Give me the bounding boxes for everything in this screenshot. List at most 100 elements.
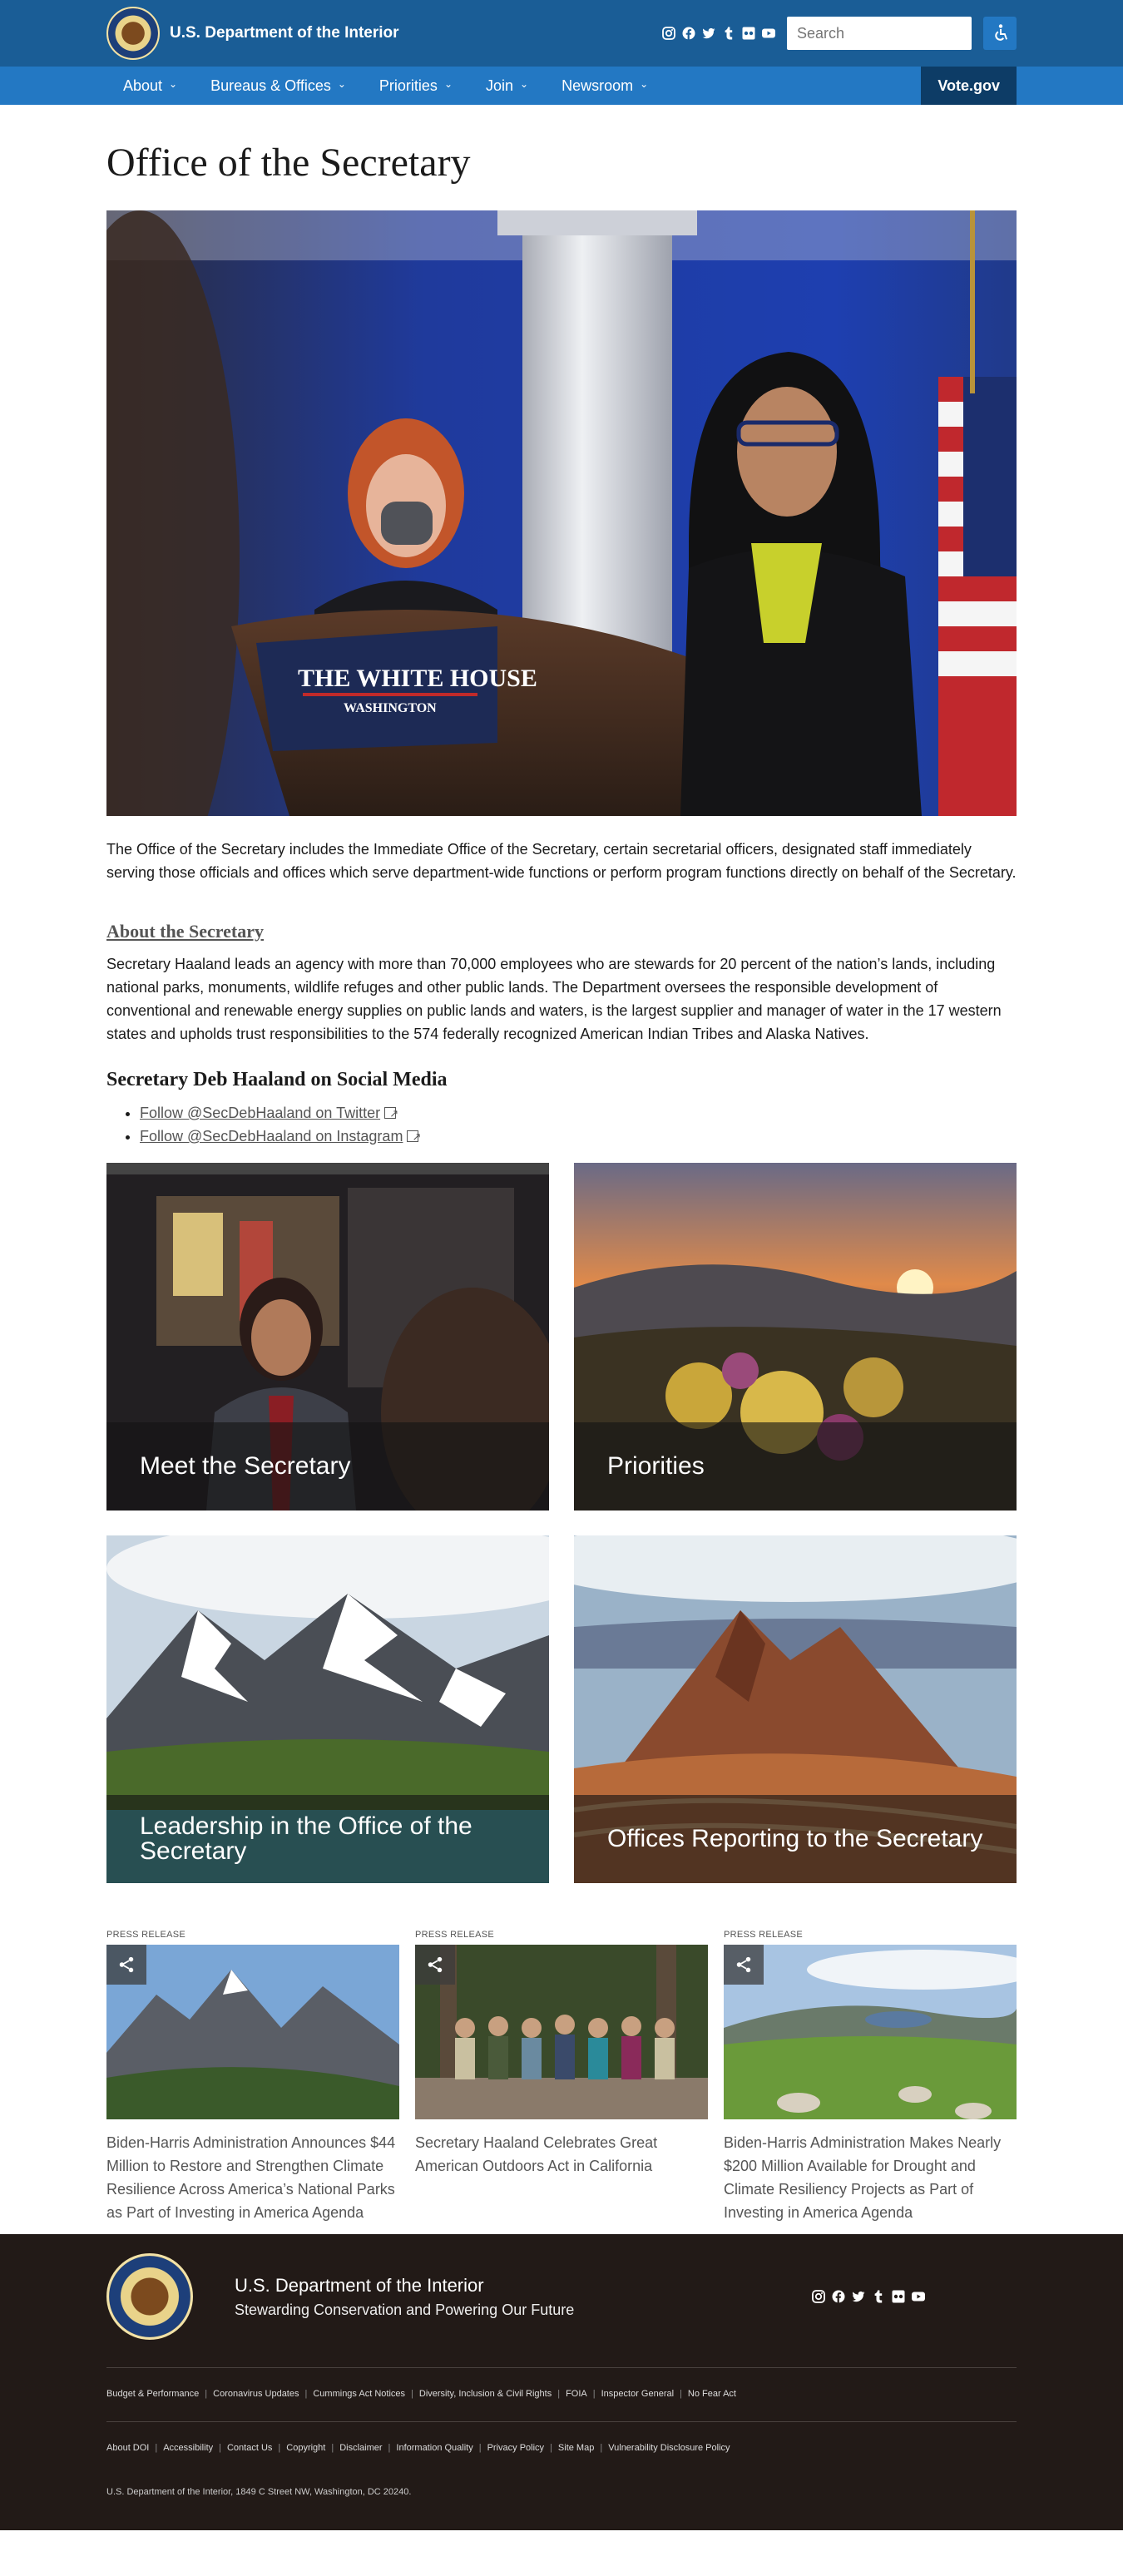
nav-item-bureaus-offices[interactable]: Bureaus & Offices ⌄ xyxy=(194,67,363,105)
footer-link[interactable]: Accessibility xyxy=(163,2443,213,2453)
footer-link[interactable]: Disclaimer xyxy=(339,2443,382,2453)
footer-link[interactable]: Contact Us xyxy=(227,2443,272,2453)
footer-link[interactable]: About DOI xyxy=(106,2443,149,2453)
link-label: Follow @SecDebHaaland on Instagram xyxy=(140,1128,403,1145)
main-nav: About ⌄ Bureaus & Offices ⌄ Priorities ⌄ Jo… xyxy=(0,67,1123,105)
nav-item-newsroom[interactable]: Newsroom ⌄ xyxy=(545,67,665,105)
divider: | xyxy=(331,2443,334,2453)
chevron-down-icon: ⌄ xyxy=(169,78,178,90)
vote-gov-link[interactable]: Vote.gov xyxy=(921,67,1017,105)
instagram-follow-link[interactable]: Follow @SecDebHaaland on Instagram xyxy=(140,1128,403,1145)
accessibility-button[interactable] xyxy=(983,17,1017,50)
nav-item-priorities[interactable]: Priorities ⌄ xyxy=(363,67,469,105)
flickr-icon[interactable] xyxy=(742,27,755,40)
list-item: Follow @SecDebHaaland on Twitter xyxy=(140,1101,1017,1125)
share-button[interactable] xyxy=(724,1945,764,1985)
press-tag: PRESS RELEASE xyxy=(106,1930,186,1940)
share-button[interactable] xyxy=(415,1945,455,1985)
divider: | xyxy=(550,2443,552,2453)
footer-link[interactable]: Inspector General xyxy=(601,2389,674,2399)
card-leadership[interactable]: Leadership in the Office of the Secretar… xyxy=(106,1535,549,1883)
press-title[interactable]: Secretary Haaland Celebrates Great Ameri… xyxy=(415,2131,708,2178)
search-input[interactable] xyxy=(797,24,990,42)
search-box xyxy=(787,17,1007,50)
card-meet-the-secretary[interactable]: Meet the Secretary xyxy=(106,1163,549,1510)
footer-link[interactable]: Copyright xyxy=(286,2443,325,2453)
nav-item-about[interactable]: About ⌄ xyxy=(106,67,194,105)
footer-link[interactable]: FOIA xyxy=(566,2389,587,2399)
about-heading[interactable]: About the Secretary xyxy=(106,921,1017,942)
nav-label: Bureaus & Offices xyxy=(210,77,331,94)
card-label: Meet the Secretary xyxy=(140,1452,351,1480)
page-title: Office of the Secretary xyxy=(106,141,471,185)
nav-label: Join xyxy=(486,77,514,94)
press-release-item: PRESS RELEASE Biden-Harris Administratio… xyxy=(724,1930,1017,2224)
divider: | xyxy=(592,2389,596,2399)
site-footer: U.S. Department of the Interior Stewardi… xyxy=(0,2234,1123,2530)
press-image[interactable] xyxy=(106,1945,399,2119)
footer-link[interactable]: Site Map xyxy=(558,2443,594,2453)
footer-link[interactable]: Vulnerability Disclosure Policy xyxy=(608,2443,730,2453)
footer-address: U.S. Department of the Interior, 1849 C … xyxy=(106,2487,412,2497)
instagram-icon[interactable] xyxy=(662,27,675,40)
card-caption: Meet the Secretary xyxy=(106,1422,549,1510)
card-label: Priorities xyxy=(607,1452,705,1480)
footer-link[interactable]: Diversity, Inclusion & Civil Rights xyxy=(419,2389,552,2399)
press-photo xyxy=(724,1945,1017,2119)
press-title[interactable]: Biden-Harris Administration Makes Nearly… xyxy=(724,2131,1017,2224)
footer-link[interactable]: Information Quality xyxy=(396,2443,472,2453)
divider: | xyxy=(205,2389,208,2399)
press-image[interactable] xyxy=(724,1945,1017,2119)
twitter-icon[interactable] xyxy=(852,2290,865,2303)
doi-seal-logo xyxy=(106,7,160,60)
twitter-follow-link[interactable]: Follow @SecDebHaaland on Twitter xyxy=(140,1105,380,1121)
share-button[interactable] xyxy=(106,1945,146,1985)
card-caption: Leadership in the Office of the Secretar… xyxy=(106,1795,549,1883)
card-priorities[interactable]: Priorities xyxy=(574,1163,1017,1510)
chevron-down-icon: ⌄ xyxy=(443,78,453,90)
press-release-item: PRESS RELEASE Biden-Harris Administratio… xyxy=(106,1930,399,2224)
divider: | xyxy=(478,2443,482,2453)
twitter-icon[interactable] xyxy=(702,27,715,40)
divider: | xyxy=(388,2443,391,2453)
footer-agency-name: U.S. Department of the Interior xyxy=(235,2274,484,2296)
share-icon xyxy=(736,1956,751,1973)
list-item: Follow @SecDebHaaland on Instagram xyxy=(140,1125,1017,1149)
card-label: Leadership in the Office of the Secretar… xyxy=(140,1812,472,1865)
card-caption: Priorities xyxy=(574,1422,1017,1510)
external-link-icon xyxy=(384,1102,398,1125)
card-offices-reporting[interactable]: Offices Reporting to the Secretary xyxy=(574,1535,1017,1883)
divider: | xyxy=(680,2389,682,2399)
footer-link[interactable]: No Fear Act xyxy=(688,2389,736,2399)
facebook-icon[interactable] xyxy=(832,2290,845,2303)
main-content: Office of the Secretary THE WHITE HOUSE … xyxy=(106,140,1017,2224)
footer-link[interactable]: Cummings Act Notices xyxy=(313,2389,405,2399)
nav-item-join[interactable]: Join ⌄ xyxy=(469,67,545,105)
footer-link[interactable]: Privacy Policy xyxy=(487,2443,544,2453)
footer-link[interactable]: Coronavirus Updates xyxy=(213,2389,299,2399)
press-title[interactable]: Biden-Harris Administration Announces $4… xyxy=(106,2131,399,2224)
youtube-icon[interactable] xyxy=(912,2290,925,2303)
link-label: Follow @SecDebHaaland on Twitter xyxy=(140,1105,381,1121)
card-caption: Offices Reporting to the Secretary xyxy=(574,1795,1017,1883)
footer-social-links xyxy=(812,2290,925,2303)
press-release-list: PRESS RELEASE Biden-Harris Administratio… xyxy=(106,1930,1017,2224)
facebook-icon[interactable] xyxy=(682,27,695,40)
external-link-icon xyxy=(407,1125,421,1149)
podium-text: THE WHITE HOUSE xyxy=(298,665,537,692)
divider: | xyxy=(557,2389,561,2399)
tumblr-icon[interactable] xyxy=(722,27,735,40)
divider: | xyxy=(411,2389,413,2399)
instagram-icon[interactable] xyxy=(812,2290,825,2303)
footer-link[interactable]: Budget & Performance xyxy=(106,2389,199,2399)
footer-tagline: Stewarding Conservation and Powering Our… xyxy=(235,2301,575,2318)
press-image[interactable] xyxy=(415,1945,708,2119)
flickr-icon[interactable] xyxy=(892,2290,905,2303)
tumblr-icon[interactable] xyxy=(872,2290,885,2303)
chevron-down-icon: ⌄ xyxy=(520,78,529,90)
home-link[interactable]: U.S. Department of the Interior xyxy=(106,7,399,60)
accessibility-icon xyxy=(995,24,1007,41)
chevron-down-icon: ⌄ xyxy=(337,78,346,90)
nav-label: Newsroom xyxy=(562,77,634,94)
youtube-icon[interactable] xyxy=(762,27,775,40)
